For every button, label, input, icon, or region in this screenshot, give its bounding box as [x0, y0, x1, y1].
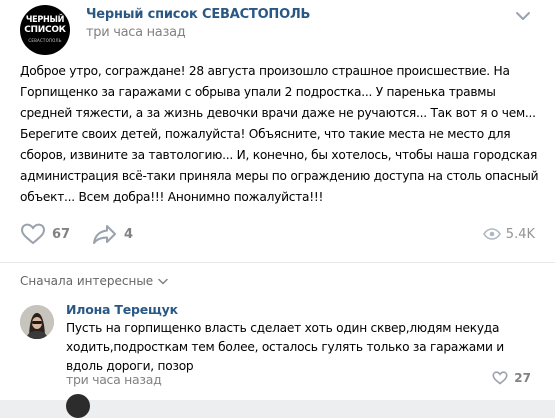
- sort-label: Сначала интересные: [20, 274, 154, 288]
- comment-author-name[interactable]: Илона Терещук: [66, 302, 178, 318]
- avatar-image: [20, 305, 54, 339]
- comments-sort-dropdown[interactable]: Сначала интересные: [20, 273, 168, 289]
- share-arrow-icon: [93, 225, 116, 244]
- post-card: ЧЕРНЫЙ СПИСОК СЕВАСТОПОЛЬ Черный список …: [0, 0, 555, 418]
- comment-author-avatar[interactable]: [20, 305, 54, 339]
- eye-icon: [482, 228, 501, 240]
- comment-timestamp[interactable]: три часа назад: [66, 372, 162, 388]
- views-count: 5.4K: [505, 226, 535, 242]
- avatar-logo-line-3: СЕВАСТОПОЛЬ: [28, 38, 62, 43]
- like-count: 67: [52, 226, 71, 242]
- chevron-down-icon[interactable]: [515, 10, 531, 22]
- post-timestamp[interactable]: три часа назад: [86, 25, 186, 41]
- avatar-logo-line-1: ЧЕРНЫЙ: [25, 15, 65, 25]
- comment-text: Пусть на горпищенко власть сделает хоть …: [66, 321, 504, 373]
- group-avatar[interactable]: ЧЕРНЫЙ СПИСОК СЕВАСТОПОЛЬ: [20, 5, 70, 55]
- heart-icon: [20, 223, 46, 245]
- post-text: Доброе утро, сограждане! 28 августа прои…: [20, 64, 539, 204]
- divider: [0, 262, 555, 263]
- next-comment-avatar[interactable]: [66, 394, 90, 418]
- group-name-link[interactable]: Черный список СЕВАСТОПОЛЬ: [86, 7, 310, 23]
- views-counter: 5.4K: [482, 222, 535, 246]
- comment-like-button[interactable]: 27: [492, 371, 531, 385]
- heart-icon: [492, 371, 508, 385]
- avatar-logo-line-2: СПИСОК: [24, 25, 66, 35]
- share-button[interactable]: 4: [92, 222, 133, 246]
- comment-like-count: 27: [514, 371, 531, 385]
- share-count: 4: [124, 226, 134, 242]
- chevron-down-icon: [158, 278, 168, 284]
- like-button[interactable]: 67: [20, 222, 70, 246]
